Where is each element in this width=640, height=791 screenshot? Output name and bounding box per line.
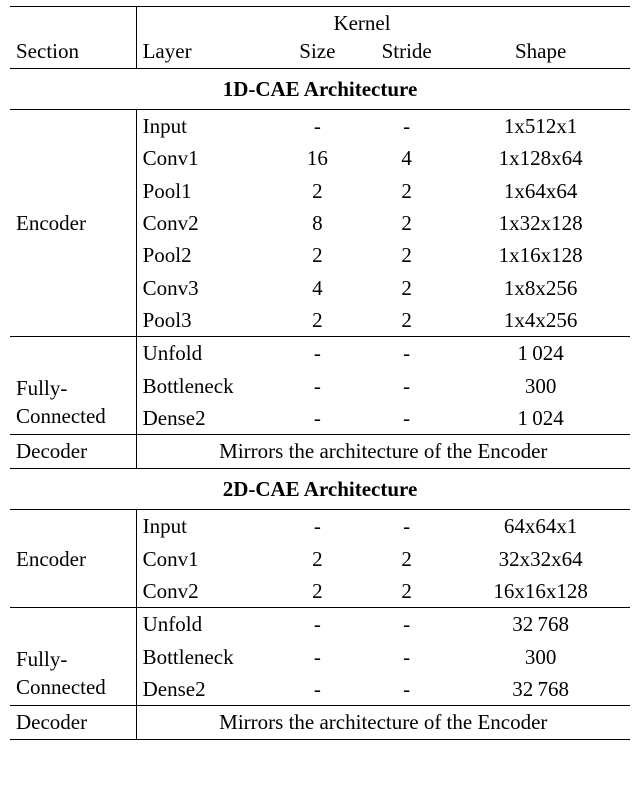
section-fc-bot: Connected	[10, 673, 136, 706]
cell-size: 2	[273, 175, 362, 207]
cell-size: -	[273, 641, 362, 673]
cell-shape: 300	[451, 370, 630, 402]
cell-stride: -	[362, 641, 451, 673]
cell-shape: 1x4x256	[451, 304, 630, 337]
cell-stride: -	[362, 370, 451, 402]
cell-stride: 2	[362, 543, 451, 575]
cell-size: 2	[273, 239, 362, 271]
cell-size: 8	[273, 207, 362, 239]
cell-stride: 2	[362, 239, 451, 271]
cell-stride: 2	[362, 575, 451, 608]
cell-layer: Bottleneck	[136, 641, 273, 673]
cell-shape: 64x64x1	[451, 510, 630, 543]
cell-shape: 300	[451, 641, 630, 673]
cell-stride: -	[362, 337, 451, 370]
cell-layer: Bottleneck	[136, 370, 273, 402]
cell-size: -	[273, 402, 362, 435]
cell-size: 2	[273, 543, 362, 575]
cell-layer: Pool3	[136, 304, 273, 337]
cell-shape: 32 768	[451, 673, 630, 706]
cell-shape: 32 768	[451, 608, 630, 641]
table-row: Decoder Mirrors the architecture of the …	[10, 706, 630, 739]
cell-stride: -	[362, 510, 451, 543]
col-kernel: Kernel	[273, 7, 452, 38]
cell-size: -	[273, 608, 362, 641]
cell-stride: 2	[362, 207, 451, 239]
section-decoder: Decoder	[10, 706, 136, 739]
cell-layer: Conv3	[136, 272, 273, 304]
col-section: Section	[10, 7, 136, 69]
cell-size: -	[273, 673, 362, 706]
cell-stride: 2	[362, 272, 451, 304]
cell-shape: 1 024	[451, 337, 630, 370]
table-row: Fully- Unfold - - 1 024	[10, 337, 630, 370]
cell-stride: -	[362, 608, 451, 641]
cell-shape: 1 024	[451, 402, 630, 435]
section-fc-top: Fully-	[10, 608, 136, 673]
cell-size: -	[273, 510, 362, 543]
arch2-title: 2D-CAE Architecture	[10, 468, 630, 509]
cell-size: 2	[273, 575, 362, 608]
cell-shape: 1x128x64	[451, 142, 630, 174]
section-encoder: Encoder	[10, 510, 136, 608]
cell-layer: Dense2	[136, 673, 273, 706]
cell-stride: 2	[362, 304, 451, 337]
cell-size: 16	[273, 142, 362, 174]
cell-shape: 1x8x256	[451, 272, 630, 304]
cell-layer: Unfold	[136, 337, 273, 370]
cell-size: 2	[273, 304, 362, 337]
table-row: Connected Dense2 - - 1 024	[10, 402, 630, 435]
cell-shape: 1x16x128	[451, 239, 630, 271]
cell-layer: Input	[136, 110, 273, 143]
architecture-table: Section Layer Kernel Shape Size Stride 1…	[0, 0, 640, 750]
cell-layer: Conv1	[136, 543, 273, 575]
cell-layer: Unfold	[136, 608, 273, 641]
table-row: Fully- Unfold - - 32 768	[10, 608, 630, 641]
table-row: Encoder Input - - 64x64x1	[10, 510, 630, 543]
section-fc-bot: Connected	[10, 402, 136, 435]
cell-layer: Conv1	[136, 142, 273, 174]
cell-size: -	[273, 110, 362, 143]
col-shape: Shape	[451, 7, 630, 69]
cell-stride: 2	[362, 175, 451, 207]
decoder-text: Mirrors the architecture of the Encoder	[136, 706, 630, 739]
cell-size: 4	[273, 272, 362, 304]
col-size: Size	[273, 37, 362, 68]
cell-layer: Pool2	[136, 239, 273, 271]
arch2-title-row: 2D-CAE Architecture	[10, 468, 630, 509]
cell-stride: -	[362, 110, 451, 143]
arch1-title: 1D-CAE Architecture	[10, 68, 630, 109]
cell-shape: 1x64x64	[451, 175, 630, 207]
cell-shape: 32x32x64	[451, 543, 630, 575]
cell-shape: 16x16x128	[451, 575, 630, 608]
table-row: Decoder Mirrors the architecture of the …	[10, 435, 630, 468]
cell-layer: Conv2	[136, 575, 273, 608]
table-row: Connected Dense2 - - 32 768	[10, 673, 630, 706]
section-decoder: Decoder	[10, 435, 136, 468]
decoder-text: Mirrors the architecture of the Encoder	[136, 435, 630, 468]
cell-layer: Input	[136, 510, 273, 543]
cell-shape: 1x512x1	[451, 110, 630, 143]
col-layer: Layer	[136, 7, 273, 69]
table-row: Encoder Input - - 1x512x1	[10, 110, 630, 143]
table-root: Section Layer Kernel Shape Size Stride 1…	[10, 6, 630, 740]
cell-layer: Dense2	[136, 402, 273, 435]
arch1-title-row: 1D-CAE Architecture	[10, 68, 630, 109]
cell-stride: 4	[362, 142, 451, 174]
cell-size: -	[273, 337, 362, 370]
section-fc-top: Fully-	[10, 337, 136, 402]
section-encoder: Encoder	[10, 110, 136, 337]
cell-size: -	[273, 370, 362, 402]
cell-layer: Pool1	[136, 175, 273, 207]
cell-shape: 1x32x128	[451, 207, 630, 239]
cell-layer: Conv2	[136, 207, 273, 239]
col-stride: Stride	[362, 37, 451, 68]
cell-stride: -	[362, 673, 451, 706]
cell-stride: -	[362, 402, 451, 435]
table-row: Section Layer Kernel Shape	[10, 7, 630, 38]
